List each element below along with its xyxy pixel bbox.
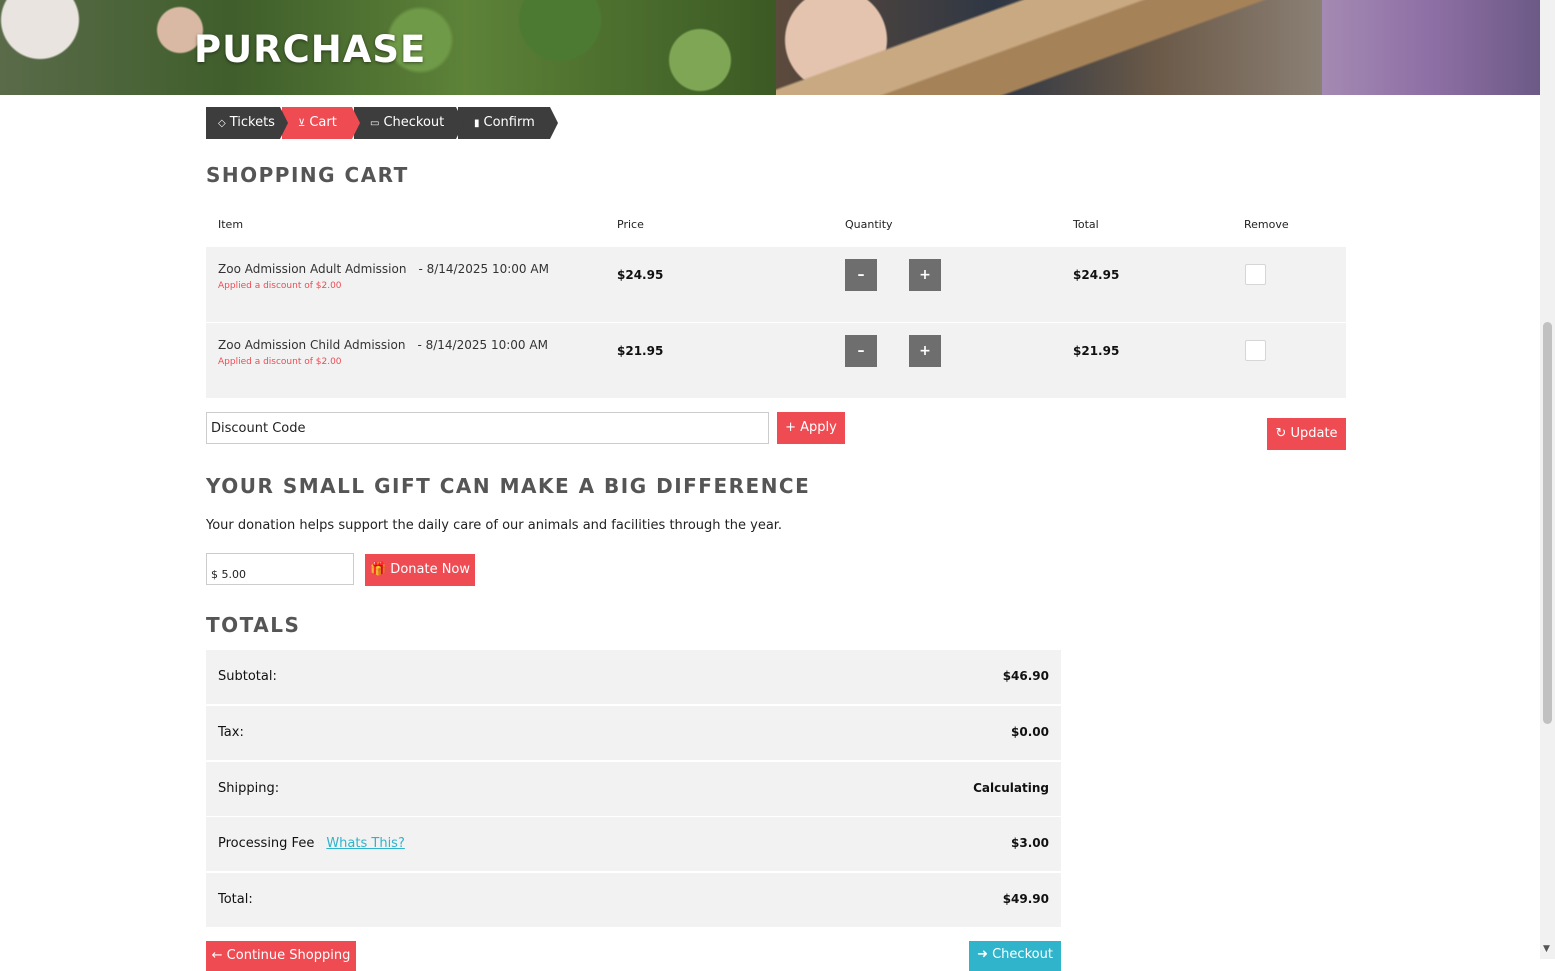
hero-photo-right	[1322, 0, 1540, 95]
item-discount-note: Applied a discount of $2.00	[218, 281, 342, 291]
donation-amount: 5.00	[221, 568, 247, 581]
page-scrollbar[interactable]: ▼	[1540, 0, 1555, 959]
scrollbar-thumb[interactable]	[1543, 322, 1552, 724]
hero-photo-middle	[776, 0, 1322, 95]
quantity-value[interactable]: 1	[877, 259, 909, 291]
item-name: Zoo Admission Child Admission - 8/14/2025…	[218, 338, 548, 352]
total-row: Total: $49.90	[206, 873, 1061, 927]
quantity-increase-button[interactable]: +	[909, 259, 941, 291]
donate-now-button[interactable]: 🎁 Donate Now	[365, 554, 475, 586]
col-remove: Remove	[1244, 218, 1289, 231]
processing-fee-label: Processing Fee Whats This?	[218, 836, 405, 851]
quantity-increase-button[interactable]: +	[909, 335, 941, 367]
scroll-down-arrow-icon[interactable]: ▼	[1543, 944, 1550, 954]
processing-fee-value: $3.00	[1011, 836, 1049, 850]
item-date: - 8/14/2025 10:00 AM	[418, 262, 549, 276]
total-value: $49.90	[1002, 892, 1049, 906]
lock-icon: ▮	[474, 118, 480, 129]
hero-banner: PURCHASE	[0, 0, 1540, 95]
checkout-steps: ◇ Tickets ⊻ Cart ▭ Checkout ▮ Confirm	[206, 107, 558, 139]
item-name: Zoo Admission Adult Admission - 8/14/2025…	[218, 262, 549, 276]
item-discount-note: Applied a discount of $2.00	[218, 357, 342, 367]
step-label: Cart	[309, 115, 337, 130]
credit-card-icon: ▭	[370, 118, 380, 129]
step-checkout[interactable]: ▭ Checkout	[354, 107, 464, 139]
update-cart-button[interactable]: ↻ Update	[1267, 418, 1346, 450]
cart-table-header: Item Price Quantity Total Remove	[206, 210, 1346, 240]
step-label: Checkout	[383, 115, 445, 130]
tax-value: $0.00	[1011, 725, 1049, 739]
col-item: Item	[218, 218, 244, 231]
subtotal-row: Subtotal: $46.90	[206, 650, 1061, 704]
donation-text: Your donation helps support the daily ca…	[206, 518, 783, 533]
item-total: $24.95	[1073, 268, 1120, 282]
shipping-label: Shipping:	[218, 781, 280, 796]
step-label: Tickets	[229, 115, 275, 130]
tax-label: Tax:	[218, 725, 244, 740]
tax-row: Tax: $0.00	[206, 706, 1061, 760]
cart-icon: ⊻	[298, 118, 306, 129]
shipping-row: Shipping: Calculating	[206, 762, 1061, 816]
col-quantity: Quantity	[845, 218, 893, 231]
item-price: $21.95	[617, 344, 664, 358]
item-total: $21.95	[1073, 344, 1120, 358]
total-label: Total:	[218, 892, 253, 907]
col-total: Total	[1073, 218, 1099, 231]
step-confirm[interactable]: ▮ Confirm	[458, 107, 558, 139]
shopping-cart-heading: SHOPPING CART	[206, 163, 409, 187]
processing-fee-row: Processing Fee Whats This? $3.00	[206, 817, 1061, 871]
discount-code-input[interactable]	[206, 412, 769, 444]
remove-checkbox[interactable]	[1245, 340, 1266, 361]
subtotal-label: Subtotal:	[218, 669, 277, 684]
totals-heading: TOTALS	[206, 613, 301, 637]
item-date: - 8/14/2025 10:00 AM	[417, 338, 548, 352]
step-cart[interactable]: ⊻ Cart	[282, 107, 360, 139]
quantity-value[interactable]: 1	[877, 335, 909, 367]
quantity-decrease-button[interactable]: –	[845, 335, 877, 367]
apply-discount-button[interactable]: + Apply	[777, 412, 845, 444]
continue-shopping-button[interactable]: ← Continue Shopping	[206, 941, 356, 971]
quantity-decrease-button[interactable]: –	[845, 259, 877, 291]
donation-amount-display: $ 5.00	[211, 568, 246, 581]
page-title: PURCHASE	[194, 28, 427, 71]
table-row: Zoo Admission Child Admission - 8/14/2025…	[206, 323, 1346, 398]
donation-heading: YOUR SMALL GIFT CAN MAKE A BIG DIFFERENC…	[206, 474, 811, 498]
checkout-button[interactable]: ➜ Checkout	[969, 941, 1061, 971]
remove-checkbox[interactable]	[1245, 264, 1266, 285]
whats-this-link[interactable]: Whats This?	[326, 836, 405, 851]
donation-amount-field[interactable]: $ 5.00	[206, 553, 354, 585]
currency-symbol: $	[211, 568, 218, 581]
shipping-value: Calculating	[973, 781, 1049, 795]
step-label: Confirm	[483, 115, 535, 130]
table-row: Zoo Admission Adult Admission - 8/14/2025…	[206, 247, 1346, 322]
step-tickets[interactable]: ◇ Tickets	[206, 107, 288, 139]
item-title: Zoo Admission Child Admission	[218, 338, 406, 352]
item-title: Zoo Admission Adult Admission	[218, 262, 407, 276]
col-price: Price	[617, 218, 644, 231]
item-price: $24.95	[617, 268, 664, 282]
subtotal-value: $46.90	[1002, 669, 1049, 683]
tag-icon: ◇	[218, 118, 226, 129]
fee-label-text: Processing Fee	[218, 836, 315, 851]
